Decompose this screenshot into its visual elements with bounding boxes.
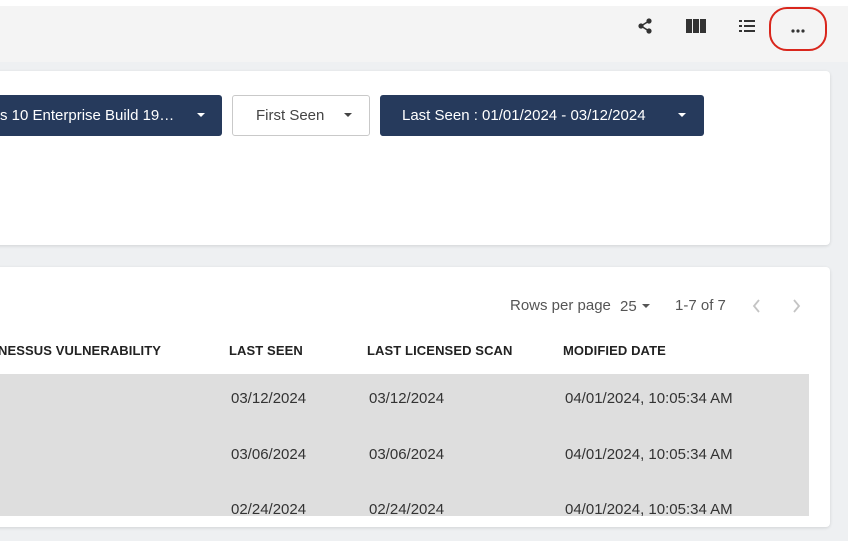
last-licensed-scan-cell: 02/24/2024 — [369, 501, 445, 518]
os-filter-label: s 10 Enterprise Build 19… — [0, 107, 175, 124]
modified-date-cell: 04/01/2024, 10:05:34 AM — [565, 501, 733, 518]
last-seen-cell: 03/06/2024 — [231, 446, 307, 463]
table-row[interactable]: 03/06/2024 03/06/2024 04/01/2024, 10:05:… — [0, 430, 809, 486]
chevron-down-icon — [678, 113, 686, 117]
rows-per-page-value: 25 — [620, 297, 637, 315]
chevron-down-icon — [641, 304, 650, 308]
last-seen-cell: 03/12/2024 — [231, 390, 307, 407]
last-seen-label: Last Seen : 01/01/2024 - 03/12/2024 — [402, 107, 646, 124]
columns-icon[interactable] — [684, 14, 708, 38]
list-icon[interactable] — [735, 14, 759, 38]
table-body: 03/12/2024 03/12/2024 04/01/2024, 10:05:… — [0, 374, 809, 518]
rows-per-page-label: Rows per page — [510, 297, 611, 314]
last-licensed-scan-cell: 03/06/2024 — [369, 446, 445, 463]
next-page-icon[interactable] — [788, 297, 804, 315]
rows-per-page-select[interactable]: 25 — [620, 295, 650, 317]
os-filter-button[interactable]: s 10 Enterprise Build 19… — [0, 95, 222, 136]
last-seen-cell: 02/24/2024 — [231, 501, 307, 518]
previous-page-icon[interactable] — [749, 297, 765, 315]
chevron-down-icon — [197, 113, 205, 117]
top-toolbar — [0, 0, 848, 62]
column-header-last-seen[interactable]: LAST SEEN — [229, 343, 303, 358]
column-header-nessus-vulnerability[interactable]: NESSUS VULNERABILITY — [0, 343, 161, 358]
first-seen-label: First Seen — [256, 107, 325, 124]
last-seen-button[interactable]: Last Seen : 01/01/2024 - 03/12/2024 — [380, 95, 704, 136]
column-header-modified-date[interactable]: MODIFIED DATE — [563, 343, 666, 358]
modified-date-cell: 04/01/2024, 10:05:34 AM — [565, 446, 733, 463]
pagination-range: 1-7 of 7 — [675, 297, 726, 314]
column-header-last-licensed-scan[interactable]: LAST LICENSED SCAN — [367, 343, 513, 358]
table-row[interactable]: 03/12/2024 03/12/2024 04/01/2024, 10:05:… — [0, 374, 809, 430]
first-seen-button[interactable]: First Seen — [232, 95, 370, 136]
share-icon[interactable] — [633, 14, 657, 38]
chevron-down-icon — [344, 113, 352, 117]
modified-date-cell: 04/01/2024, 10:05:34 AM — [565, 390, 733, 407]
table-row[interactable]: 02/24/2024 02/24/2024 04/01/2024, 10:05:… — [0, 485, 809, 541]
more-icon[interactable] — [786, 19, 810, 43]
last-licensed-scan-cell: 03/12/2024 — [369, 390, 445, 407]
